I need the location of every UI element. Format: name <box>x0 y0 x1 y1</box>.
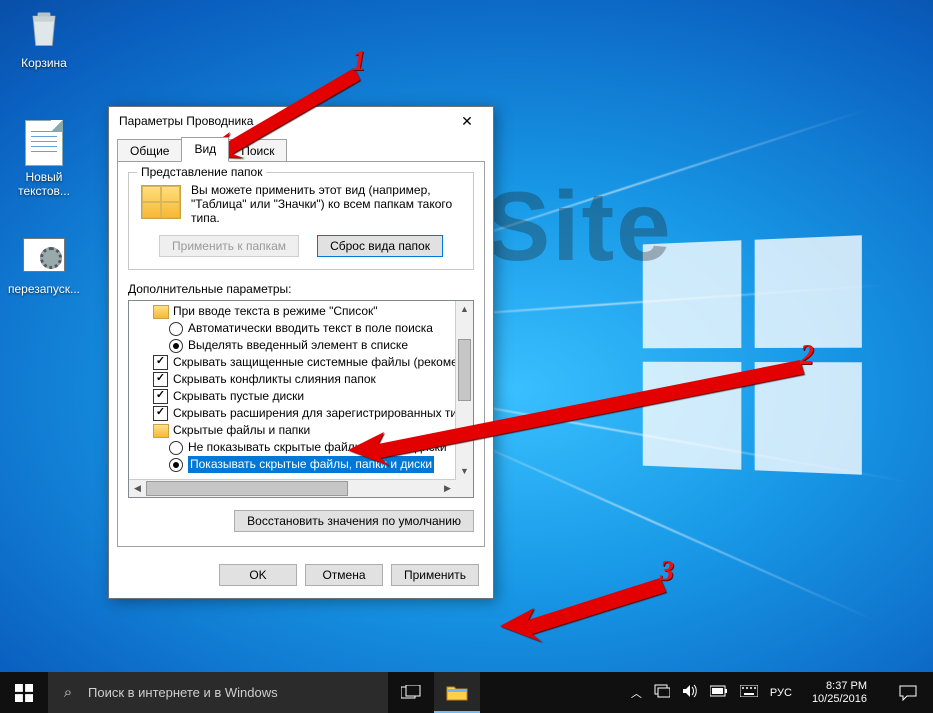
folder-options-dialog: Параметры Проводника ✕ Общие Вид Поиск П… <box>108 106 494 599</box>
annotation-number-3: 3 <box>660 558 674 586</box>
tree-hide-empty[interactable]: Скрывать пустые диски <box>149 388 455 405</box>
apply-to-folders-button: Применить к папкам <box>159 235 299 257</box>
restart-bat-label: перезапуск... <box>6 282 82 296</box>
search-placeholder: Поиск в интернете и в Windows <box>88 685 278 700</box>
tree-hide-protected[interactable]: Скрывать защищенные системные файлы (рек… <box>149 354 455 371</box>
network-icon[interactable] <box>654 684 670 701</box>
titlebar[interactable]: Параметры Проводника ✕ <box>109 107 493 135</box>
checkbox-icon[interactable] <box>153 389 168 404</box>
power-icon[interactable] <box>710 685 728 700</box>
taskbar: ⌕ Поиск в интернете и в Windows ︿ РУС 8:… <box>0 672 933 713</box>
tree-typing-select[interactable]: Выделять введенный элемент в списке <box>165 337 455 354</box>
tree-hidden-header: Скрытые файлы и папки <box>149 422 455 439</box>
cancel-button[interactable]: Отмена <box>305 564 383 586</box>
checkbox-icon[interactable] <box>153 372 168 387</box>
scroll-left-icon[interactable]: ◀ <box>129 483 146 494</box>
scroll-down-icon[interactable]: ▼ <box>456 463 473 480</box>
tree-hide-ext[interactable]: Скрывать расширения для зарегистрированн… <box>149 405 455 422</box>
restart-bat[interactable]: перезапуск... <box>6 232 82 296</box>
system-tray: ︿ РУС 8:37 PM 10/25/2016 <box>627 672 933 713</box>
folder-icon <box>153 424 169 438</box>
scroll-thumb[interactable] <box>458 339 471 401</box>
radio-icon[interactable] <box>169 458 183 472</box>
tabstrip: Общие Вид Поиск <box>109 135 493 162</box>
new-text-file[interactable]: Новый текстов... <box>6 120 82 198</box>
annotation-number-1: 1 <box>352 48 366 76</box>
folder-views-group: Представление папок Вы можете применить … <box>128 172 474 270</box>
folder-icon <box>446 683 468 701</box>
taskbar-search[interactable]: ⌕ Поиск в интернете и в Windows <box>48 672 388 713</box>
task-view-icon <box>401 685 421 701</box>
apply-button[interactable]: Применить <box>391 564 479 586</box>
radio-icon[interactable] <box>169 441 183 455</box>
start-button[interactable] <box>0 672 48 713</box>
tree-typing-header: При вводе текста в режиме "Список" <box>149 303 455 320</box>
taskbar-explorer[interactable] <box>434 672 480 713</box>
tab-view[interactable]: Вид <box>181 137 229 162</box>
search-icon: ⌕ <box>48 684 88 701</box>
folder-views-legend: Представление папок <box>137 165 266 179</box>
text-file-icon <box>21 120 67 166</box>
recycle-bin-label: Корзина <box>6 56 82 70</box>
desktop: Komp.Site Корзина Новый текстов... перез… <box>0 0 933 672</box>
action-center-button[interactable] <box>887 685 929 701</box>
clock-time: 8:37 PM <box>812 680 867 693</box>
reset-folders-button[interactable]: Сброс вида папок <box>317 235 443 257</box>
tab-search[interactable]: Поиск <box>228 139 287 163</box>
notification-icon <box>899 685 917 701</box>
scroll-right-icon[interactable]: ▶ <box>439 483 456 494</box>
tab-body-view: Представление папок Вы можете применить … <box>117 161 485 547</box>
new-text-file-label: Новый текстов... <box>6 170 82 198</box>
dialog-title: Параметры Проводника <box>119 114 447 128</box>
tab-general[interactable]: Общие <box>117 139 182 163</box>
tree-typing-auto[interactable]: Автоматически вводить текст в поле поиск… <box>165 320 455 337</box>
advanced-settings-tree[interactable]: При вводе текста в режиме "Список" Автом… <box>128 300 474 498</box>
taskbar-clock[interactable]: 8:37 PM 10/25/2016 <box>804 680 875 706</box>
language-indicator[interactable]: РУС <box>770 687 792 699</box>
bat-file-icon <box>21 232 67 278</box>
folder-views-desc: Вы можете применить этот вид (например, … <box>191 183 463 225</box>
checkbox-icon[interactable] <box>153 406 168 421</box>
hscroll-thumb[interactable] <box>146 481 348 496</box>
restore-defaults-button[interactable]: Восстановить значения по умолчанию <box>234 510 474 532</box>
volume-icon[interactable] <box>682 684 698 701</box>
tree-hidden-no[interactable]: Не показывать скрытые файлы, папки и дис… <box>165 439 455 456</box>
windows-logo <box>643 235 862 474</box>
folder-icon <box>153 305 169 319</box>
horizontal-scrollbar[interactable]: ◀ ▶ <box>129 479 456 497</box>
keyboard-icon[interactable] <box>740 685 758 700</box>
advanced-label: Дополнительные параметры: <box>128 282 474 296</box>
scroll-up-icon[interactable]: ▲ <box>456 301 473 318</box>
vertical-scrollbar[interactable]: ▲ ▼ <box>455 301 473 497</box>
task-view-button[interactable] <box>388 672 434 713</box>
dialog-buttons: OK Отмена Применить <box>109 556 493 598</box>
radio-icon[interactable] <box>169 339 183 353</box>
tree-content[interactable]: При вводе текста в режиме "Список" Автом… <box>129 301 455 497</box>
clock-date: 10/25/2016 <box>812 693 867 706</box>
tree-hidden-yes[interactable]: Показывать скрытые файлы, папки и диски <box>165 456 455 473</box>
checkbox-icon[interactable] <box>153 355 168 370</box>
radio-icon[interactable] <box>169 322 183 336</box>
tree-hide-merge[interactable]: Скрывать конфликты слияния папок <box>149 371 455 388</box>
ok-button[interactable]: OK <box>219 564 297 586</box>
close-button[interactable]: ✕ <box>447 110 487 132</box>
windows-icon <box>15 684 33 702</box>
tray-chevron-icon[interactable]: ︿ <box>631 685 642 701</box>
recycle-bin-icon <box>21 6 67 52</box>
recycle-bin[interactable]: Корзина <box>6 6 82 70</box>
folder-icon <box>141 185 181 219</box>
